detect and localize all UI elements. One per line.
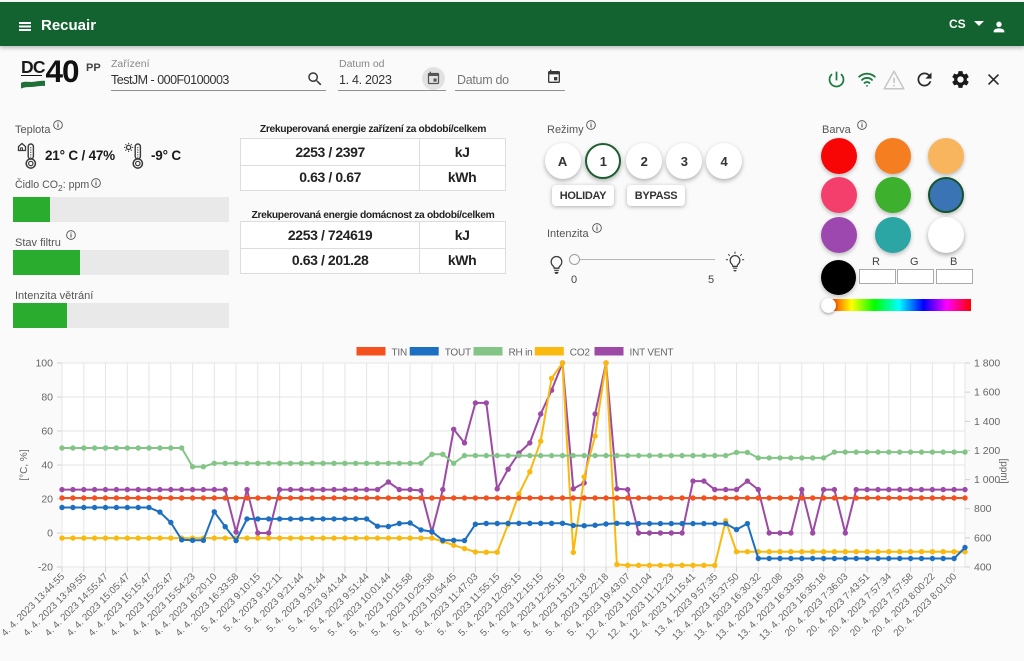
svg-text:80: 80: [41, 392, 53, 404]
svg-text:1 000: 1 000: [974, 474, 1000, 486]
svg-text:1 400: 1 400: [974, 416, 1000, 428]
svg-text:-20: -20: [38, 562, 53, 574]
svg-text:1 600: 1 600: [974, 387, 1000, 399]
svg-text:40: 40: [41, 460, 53, 472]
svg-text:60: 60: [41, 426, 53, 438]
svg-text:RH in: RH in: [509, 348, 533, 359]
svg-text:[ppm]: [ppm]: [998, 458, 1009, 483]
svg-text:INT VENT: INT VENT: [630, 348, 674, 359]
svg-text:0: 0: [47, 528, 53, 540]
svg-text:800: 800: [974, 503, 992, 515]
svg-text:TIN: TIN: [392, 348, 408, 359]
svg-text:1 200: 1 200: [974, 445, 1000, 457]
svg-text:CO2: CO2: [570, 348, 591, 359]
svg-text:[°C, %]: [°C, %]: [19, 449, 30, 480]
svg-text:1 800: 1 800: [974, 358, 1000, 370]
svg-text:20: 20: [41, 494, 53, 506]
svg-text:400: 400: [974, 562, 992, 574]
svg-text:TOUT: TOUT: [445, 348, 471, 359]
svg-text:100: 100: [35, 358, 53, 370]
svg-text:600: 600: [974, 532, 992, 544]
